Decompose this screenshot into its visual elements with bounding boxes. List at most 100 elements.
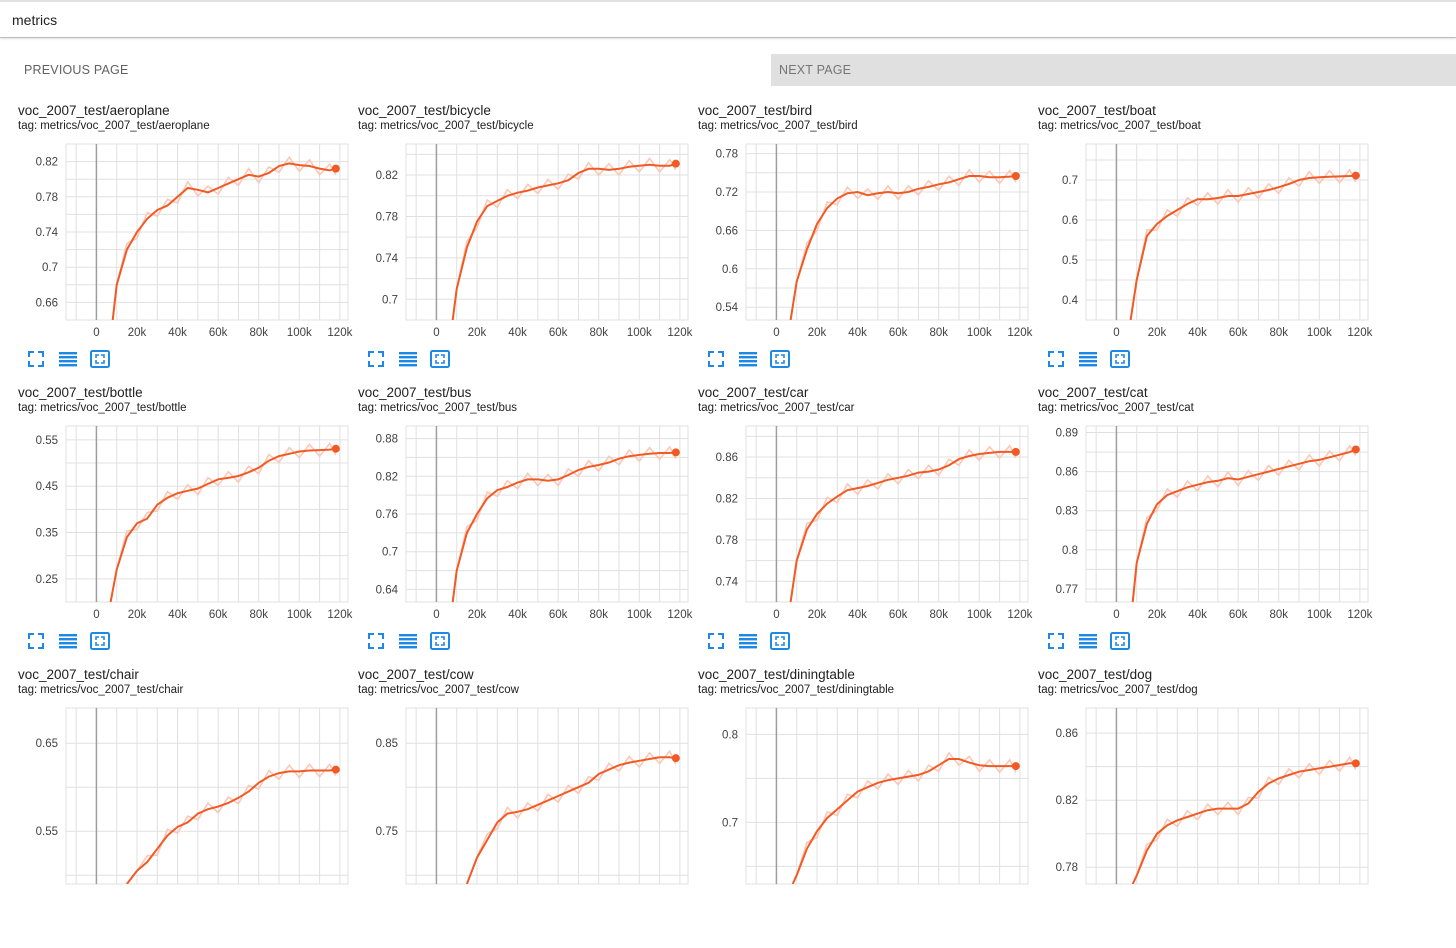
y-tick-label: 0.25 (36, 574, 58, 586)
chart-title: voc_2007_test/bird (698, 103, 813, 118)
search-input[interactable]: metrics (12, 12, 57, 28)
y-tick-label: 0.77 (1056, 584, 1078, 596)
x-tick-label: 20k (128, 609, 147, 621)
y-tick-label: 0.7 (382, 294, 398, 306)
x-tick-label: 80k (1269, 327, 1288, 339)
chart-card: voc_2007_test/bicycle tag: metrics/voc_200… (358, 102, 698, 384)
chart-card: voc_2007_test/bottle tag: metrics/voc_2007… (18, 384, 358, 666)
chart-card: voc_2007_test/bus tag: metrics/voc_2007_te… (358, 384, 698, 666)
line-chart[interactable]: 0.4 0.5 0.6 0.7 0 20k 40k 60k 80k 100k 120k (1038, 140, 1383, 345)
tag-prefix: tag: (1038, 120, 1058, 132)
x-tick-label: 20k (1148, 327, 1167, 339)
series-line (789, 450, 1016, 602)
series-line (111, 162, 337, 320)
line-chart[interactable]: 0.7 0.74 0.78 0.82 0 20k 40k 60k 80k 100k 120k (358, 140, 703, 345)
toggle-lines-icon[interactable] (738, 349, 758, 369)
toggle-lines-icon[interactable] (398, 349, 418, 369)
y-tick-label: 0.82 (376, 170, 398, 182)
line-chart[interactable]: 0.64 0.7 0.76 0.82 0.88 0 20k 40k 60k 80k 100k 120k (358, 422, 703, 627)
next-page-button[interactable]: NEXT PAGE (771, 54, 1456, 86)
y-tick-label: 0.5 (1062, 255, 1078, 267)
x-tick-label: 20k (1148, 609, 1167, 621)
y-tick-label: 0.82 (716, 493, 738, 505)
y-tick-label: 0.35 (36, 528, 58, 540)
fullscreen-icon[interactable] (366, 349, 386, 369)
raw-series-line (789, 444, 1017, 602)
toggle-lines-icon[interactable] (1078, 631, 1098, 651)
fullscreen-icon[interactable] (366, 631, 386, 651)
chart-title: voc_2007_test/chair (18, 667, 139, 682)
x-tick-label: 20k (808, 327, 827, 339)
y-tick-label: 0.7 (1062, 175, 1078, 187)
fullscreen-icon[interactable] (26, 349, 46, 369)
fit-domain-icon[interactable] (1110, 631, 1130, 651)
line-chart[interactable]: 0.7 0.8 (698, 704, 1043, 909)
chart-tag: tag: metrics/voc_2007_test/aeroplane (18, 120, 210, 132)
x-tick-label: 100k (967, 327, 992, 339)
chart-title: voc_2007_test/car (698, 385, 809, 400)
chart-card: voc_2007_test/cat tag: metrics/voc_2007_te… (1038, 384, 1378, 666)
tag-value: metrics/voc_2007_test/cow (380, 684, 519, 696)
y-tick-label: 0.78 (1056, 862, 1078, 874)
fit-domain-icon[interactable] (430, 349, 450, 369)
raw-series-line (1129, 168, 1357, 320)
line-chart[interactable]: 0.55 0.65 (18, 704, 363, 909)
toggle-lines-icon[interactable] (58, 349, 78, 369)
fit-domain-icon[interactable] (90, 631, 110, 651)
fit-domain-icon[interactable] (430, 631, 450, 651)
toggle-lines-icon[interactable] (738, 631, 758, 651)
x-tick-label: 0 (773, 609, 779, 621)
line-chart[interactable]: 0.75 0.85 (358, 704, 703, 909)
fit-domain-icon[interactable] (1110, 349, 1130, 369)
series-line (1129, 174, 1356, 320)
tag-prefix: tag: (358, 402, 378, 414)
y-tick-label: 0.66 (36, 297, 58, 309)
x-tick-label: 0 (1113, 327, 1119, 339)
tag-prefix: tag: (18, 402, 38, 414)
x-tick-label: 100k (627, 327, 652, 339)
toggle-lines-icon[interactable] (398, 631, 418, 651)
last-value-point (1351, 445, 1360, 454)
y-tick-label: 0.7 (382, 547, 398, 559)
line-chart[interactable]: 0.77 0.8 0.83 0.86 0.89 0 20k 40k 60k 80k 100k 120k (1038, 422, 1383, 627)
toggle-lines-icon[interactable] (58, 631, 78, 651)
y-tick-label: 0.75 (376, 826, 398, 838)
x-tick-label: 80k (249, 327, 268, 339)
last-value-point (671, 754, 680, 763)
fit-domain-icon[interactable] (770, 349, 790, 369)
y-tick-label: 0.82 (36, 157, 58, 169)
chart-tag: tag: metrics/voc_2007_test/boat (1038, 120, 1201, 132)
chart-tag: tag: metrics/voc_2007_test/dog (1038, 684, 1198, 696)
fit-domain-icon[interactable] (90, 349, 110, 369)
x-tick-label: 40k (508, 609, 527, 621)
x-tick-label: 120k (1347, 609, 1372, 621)
fit-domain-icon[interactable] (770, 631, 790, 651)
line-chart[interactable]: 0.25 0.35 0.45 0.55 0 20k 40k 60k 80k 100k 120k (18, 422, 363, 627)
line-chart[interactable]: 0.54 0.6 0.66 0.72 0.78 0 20k 40k 60k 80k 100k 120k (698, 140, 1043, 345)
x-tick-label: 80k (589, 327, 608, 339)
tag-value: metrics/voc_2007_test/cat (1060, 402, 1194, 414)
y-tick-label: 0.78 (716, 149, 738, 161)
y-tick-label: 0.54 (716, 302, 739, 314)
fullscreen-icon[interactable] (26, 631, 46, 651)
fullscreen-icon[interactable] (706, 349, 726, 369)
chart-title: voc_2007_test/bicycle (358, 103, 491, 118)
y-tick-label: 0.45 (36, 481, 58, 493)
y-tick-label: 0.78 (716, 535, 738, 547)
tag-prefix: tag: (358, 120, 378, 132)
line-chart[interactable]: 0.66 0.7 0.74 0.78 0.82 0 20k 40k 60k 80k 100k 120k (18, 140, 363, 345)
plot-frame (745, 143, 1029, 321)
fullscreen-icon[interactable] (706, 631, 726, 651)
fullscreen-icon[interactable] (1046, 349, 1066, 369)
fullscreen-icon[interactable] (1046, 631, 1066, 651)
x-tick-label: 0 (1113, 609, 1119, 621)
search-bar[interactable]: metrics (0, 0, 1456, 38)
previous-page-button[interactable]: PREVIOUS PAGE (16, 54, 761, 86)
x-tick-label: 100k (967, 609, 992, 621)
y-tick-label: 0.66 (716, 225, 738, 237)
toggle-lines-icon[interactable] (1078, 349, 1098, 369)
line-chart[interactable]: 0.74 0.78 0.82 0.86 0 20k 40k 60k 80k 100k 120k (698, 422, 1043, 627)
line-chart[interactable]: 0.78 0.82 0.86 (1038, 704, 1383, 909)
y-tick-label: 0.88 (376, 434, 398, 446)
last-value-point (331, 164, 340, 173)
